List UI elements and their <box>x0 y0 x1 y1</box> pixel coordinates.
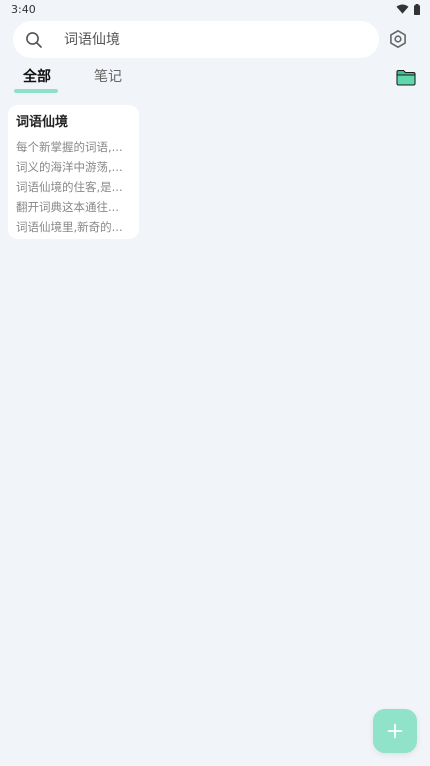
add-note-button[interactable] <box>373 709 417 753</box>
app-screen: 3:40 全部 笔记 词语仙境 每个新掌握的词语,... <box>0 0 430 766</box>
tab-indicator <box>14 89 58 93</box>
tab-all[interactable]: 全部 <box>23 67 51 89</box>
note-preview-line: 词语仙境里,新奇的... <box>16 220 123 234</box>
search-icon <box>26 31 42 48</box>
plus-icon <box>387 723 403 739</box>
wifi-icon <box>396 4 409 14</box>
note-card[interactable]: 词语仙境 每个新掌握的词语,... 词义的海洋中游荡,... 词语仙境的住客,是… <box>8 105 139 239</box>
status-time: 3:40 <box>11 2 36 16</box>
note-preview-line: 词义的海洋中游荡,... <box>16 160 123 174</box>
settings-icon[interactable] <box>388 29 408 49</box>
folder-icon[interactable] <box>396 69 416 86</box>
note-preview-line: 每个新掌握的词语,... <box>16 140 123 154</box>
note-title: 词语仙境 <box>16 115 69 130</box>
search-bar[interactable] <box>13 21 379 58</box>
note-preview-line: 词语仙境的住客,是... <box>16 180 123 194</box>
status-icons <box>396 3 420 15</box>
tab-notes[interactable]: 笔记 <box>94 67 122 89</box>
search-input[interactable] <box>64 24 344 55</box>
battery-icon <box>414 3 420 15</box>
status-bar: 3:40 <box>0 0 430 18</box>
note-preview-line: 翻开词典这本通往... <box>16 200 119 214</box>
